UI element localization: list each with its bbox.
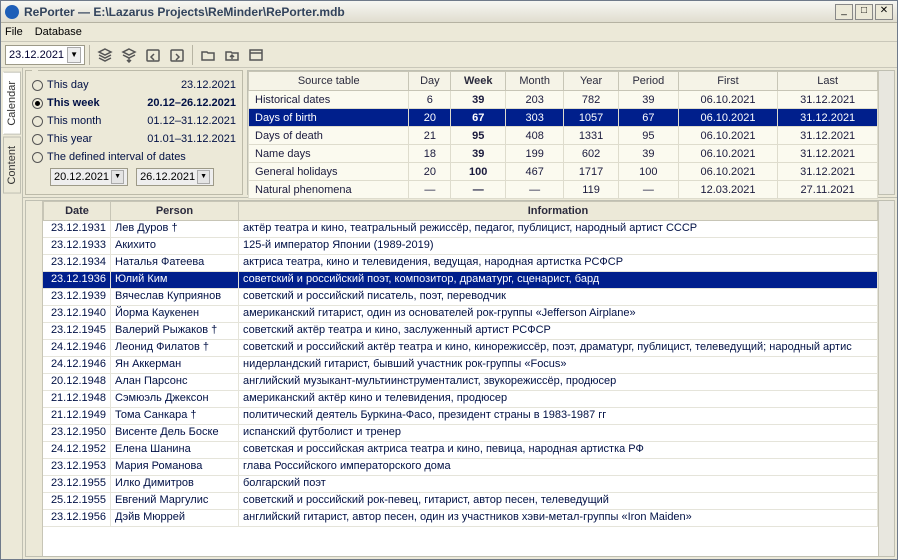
col-date[interactable]: Date [43, 201, 111, 221]
table-row[interactable]: 23.12.1953Мария Романоваглава Российског… [43, 459, 878, 476]
col-first[interactable]: First [678, 72, 778, 91]
summary-row[interactable]: Historical dates6392037823906.10.202131.… [249, 91, 878, 109]
summary-scrollbar[interactable] [878, 71, 894, 194]
col-source[interactable]: Source table [249, 72, 409, 91]
folder-up-icon[interactable] [221, 44, 243, 66]
radio-this-day[interactable]: This day23.12.2021 [32, 76, 236, 94]
layers-icon[interactable] [94, 44, 116, 66]
col-month[interactable]: Month [506, 72, 564, 91]
table-row[interactable]: 23.12.1956Дэйв Мюррейанглийский гитарист… [43, 510, 878, 527]
menubar: File Database [1, 23, 897, 42]
table-row[interactable]: 24.12.1952Елена Шанинасоветская и россий… [43, 442, 878, 459]
maximize-button[interactable]: □ [855, 4, 873, 20]
side-tabs: Calendar Content [1, 68, 23, 559]
minimize-button[interactable]: _ [835, 4, 853, 20]
radio-defined[interactable]: The defined interval of dates [32, 148, 236, 166]
col-period[interactable]: Period [618, 72, 678, 91]
table-row[interactable]: 23.12.1933Акихито125-й император Японии … [43, 238, 878, 255]
close-button[interactable]: ✕ [875, 4, 893, 20]
summary-row[interactable]: Days of birth206730310576706.10.202131.1… [249, 109, 878, 127]
tab-calendar[interactable]: Calendar [3, 72, 21, 135]
table-row[interactable]: 23.12.1939Вячеслав Куприяновсоветский и … [43, 289, 878, 306]
menu-database[interactable]: Database [35, 26, 82, 38]
table-row[interactable]: 23.12.1950Висенте Дель Боскеиспанский фу… [43, 425, 878, 442]
folder-open-icon[interactable] [197, 44, 219, 66]
radio-this-week[interactable]: This week20.12–26.12.2021 [32, 94, 236, 112]
summary-table[interactable]: Source table Day Week Month Year Period … [247, 70, 895, 195]
data-grid[interactable]: Date Person Information 23.12.1931Лев Ду… [25, 200, 895, 557]
table-row[interactable]: 21.12.1949Тома Санкара †политический дея… [43, 408, 878, 425]
date-to[interactable]: 26.12.2021▼ [136, 168, 214, 186]
summary-row[interactable]: Days of death219540813319506.10.202131.1… [249, 127, 878, 145]
summary-row[interactable]: General holidays20100467171710006.10.202… [249, 163, 878, 181]
titlebar[interactable]: RePorter — E:\Lazarus Projects\ReMinder\… [1, 1, 897, 23]
app-icon [5, 5, 19, 19]
tab-content[interactable]: Content [3, 137, 21, 194]
toolbar: 23.12.2021▼ [1, 42, 897, 68]
table-row[interactable]: 23.12.1945Валерий Рыжаков †советский акт… [43, 323, 878, 340]
summary-row[interactable]: Name days18391996023906.10.202131.12.202… [249, 145, 878, 163]
table-row[interactable]: 23.12.1931Лев Дуров †актёр театра и кино… [43, 221, 878, 238]
table-row[interactable]: 23.12.1955Илко Димитровболгарский поэт [43, 476, 878, 493]
table-row[interactable]: 23.12.1936Юлий Кимсоветский и российский… [43, 272, 878, 289]
chevron-down-icon[interactable]: ▼ [67, 47, 81, 63]
table-row[interactable]: 25.12.1955Евгений Маргулиссоветский и ро… [43, 493, 878, 510]
grid-scrollbar[interactable] [878, 201, 894, 556]
nav-next-icon[interactable] [166, 44, 188, 66]
date-combo[interactable]: 23.12.2021▼ [5, 45, 85, 65]
nav-prev-icon[interactable] [142, 44, 164, 66]
layers-down-icon[interactable] [118, 44, 140, 66]
table-row[interactable]: 21.12.1948Сэмюэль Джексонамериканский ак… [43, 391, 878, 408]
window-icon[interactable] [245, 44, 267, 66]
col-information[interactable]: Information [239, 201, 878, 221]
col-last[interactable]: Last [778, 72, 878, 91]
date-from[interactable]: 20.12.2021▼ [50, 168, 128, 186]
radio-this-month[interactable]: This month01.12–31.12.2021 [32, 112, 236, 130]
col-week[interactable]: Week [451, 72, 506, 91]
table-row[interactable]: 23.12.1940Йорма Каукененамериканский гит… [43, 306, 878, 323]
app-window: RePorter — E:\Lazarus Projects\ReMinder\… [0, 0, 898, 560]
col-day[interactable]: Day [409, 72, 451, 91]
row-indicator-gutter [26, 201, 43, 556]
col-year[interactable]: Year [564, 72, 619, 91]
table-row[interactable]: 24.12.1946Леонид Филатов †советский и ро… [43, 340, 878, 357]
table-row[interactable]: 24.12.1946Ян Аккерманнидерландский гитар… [43, 357, 878, 374]
table-row[interactable]: 23.12.1934Наталья Фатееваактриса театра,… [43, 255, 878, 272]
window-title: RePorter — E:\Lazarus Projects\ReMinder\… [24, 5, 345, 19]
table-row[interactable]: 20.12.1948Алан Парсонсанглийский музыкан… [43, 374, 878, 391]
radio-this-year[interactable]: This year01.01–31.12.2021 [32, 130, 236, 148]
summary-row[interactable]: Natural phenomena———119—12.03.202127.11.… [249, 181, 878, 199]
col-person[interactable]: Person [111, 201, 239, 221]
range-selector: This day23.12.2021 This week20.12–26.12.… [25, 70, 243, 195]
menu-file[interactable]: File [5, 26, 23, 38]
